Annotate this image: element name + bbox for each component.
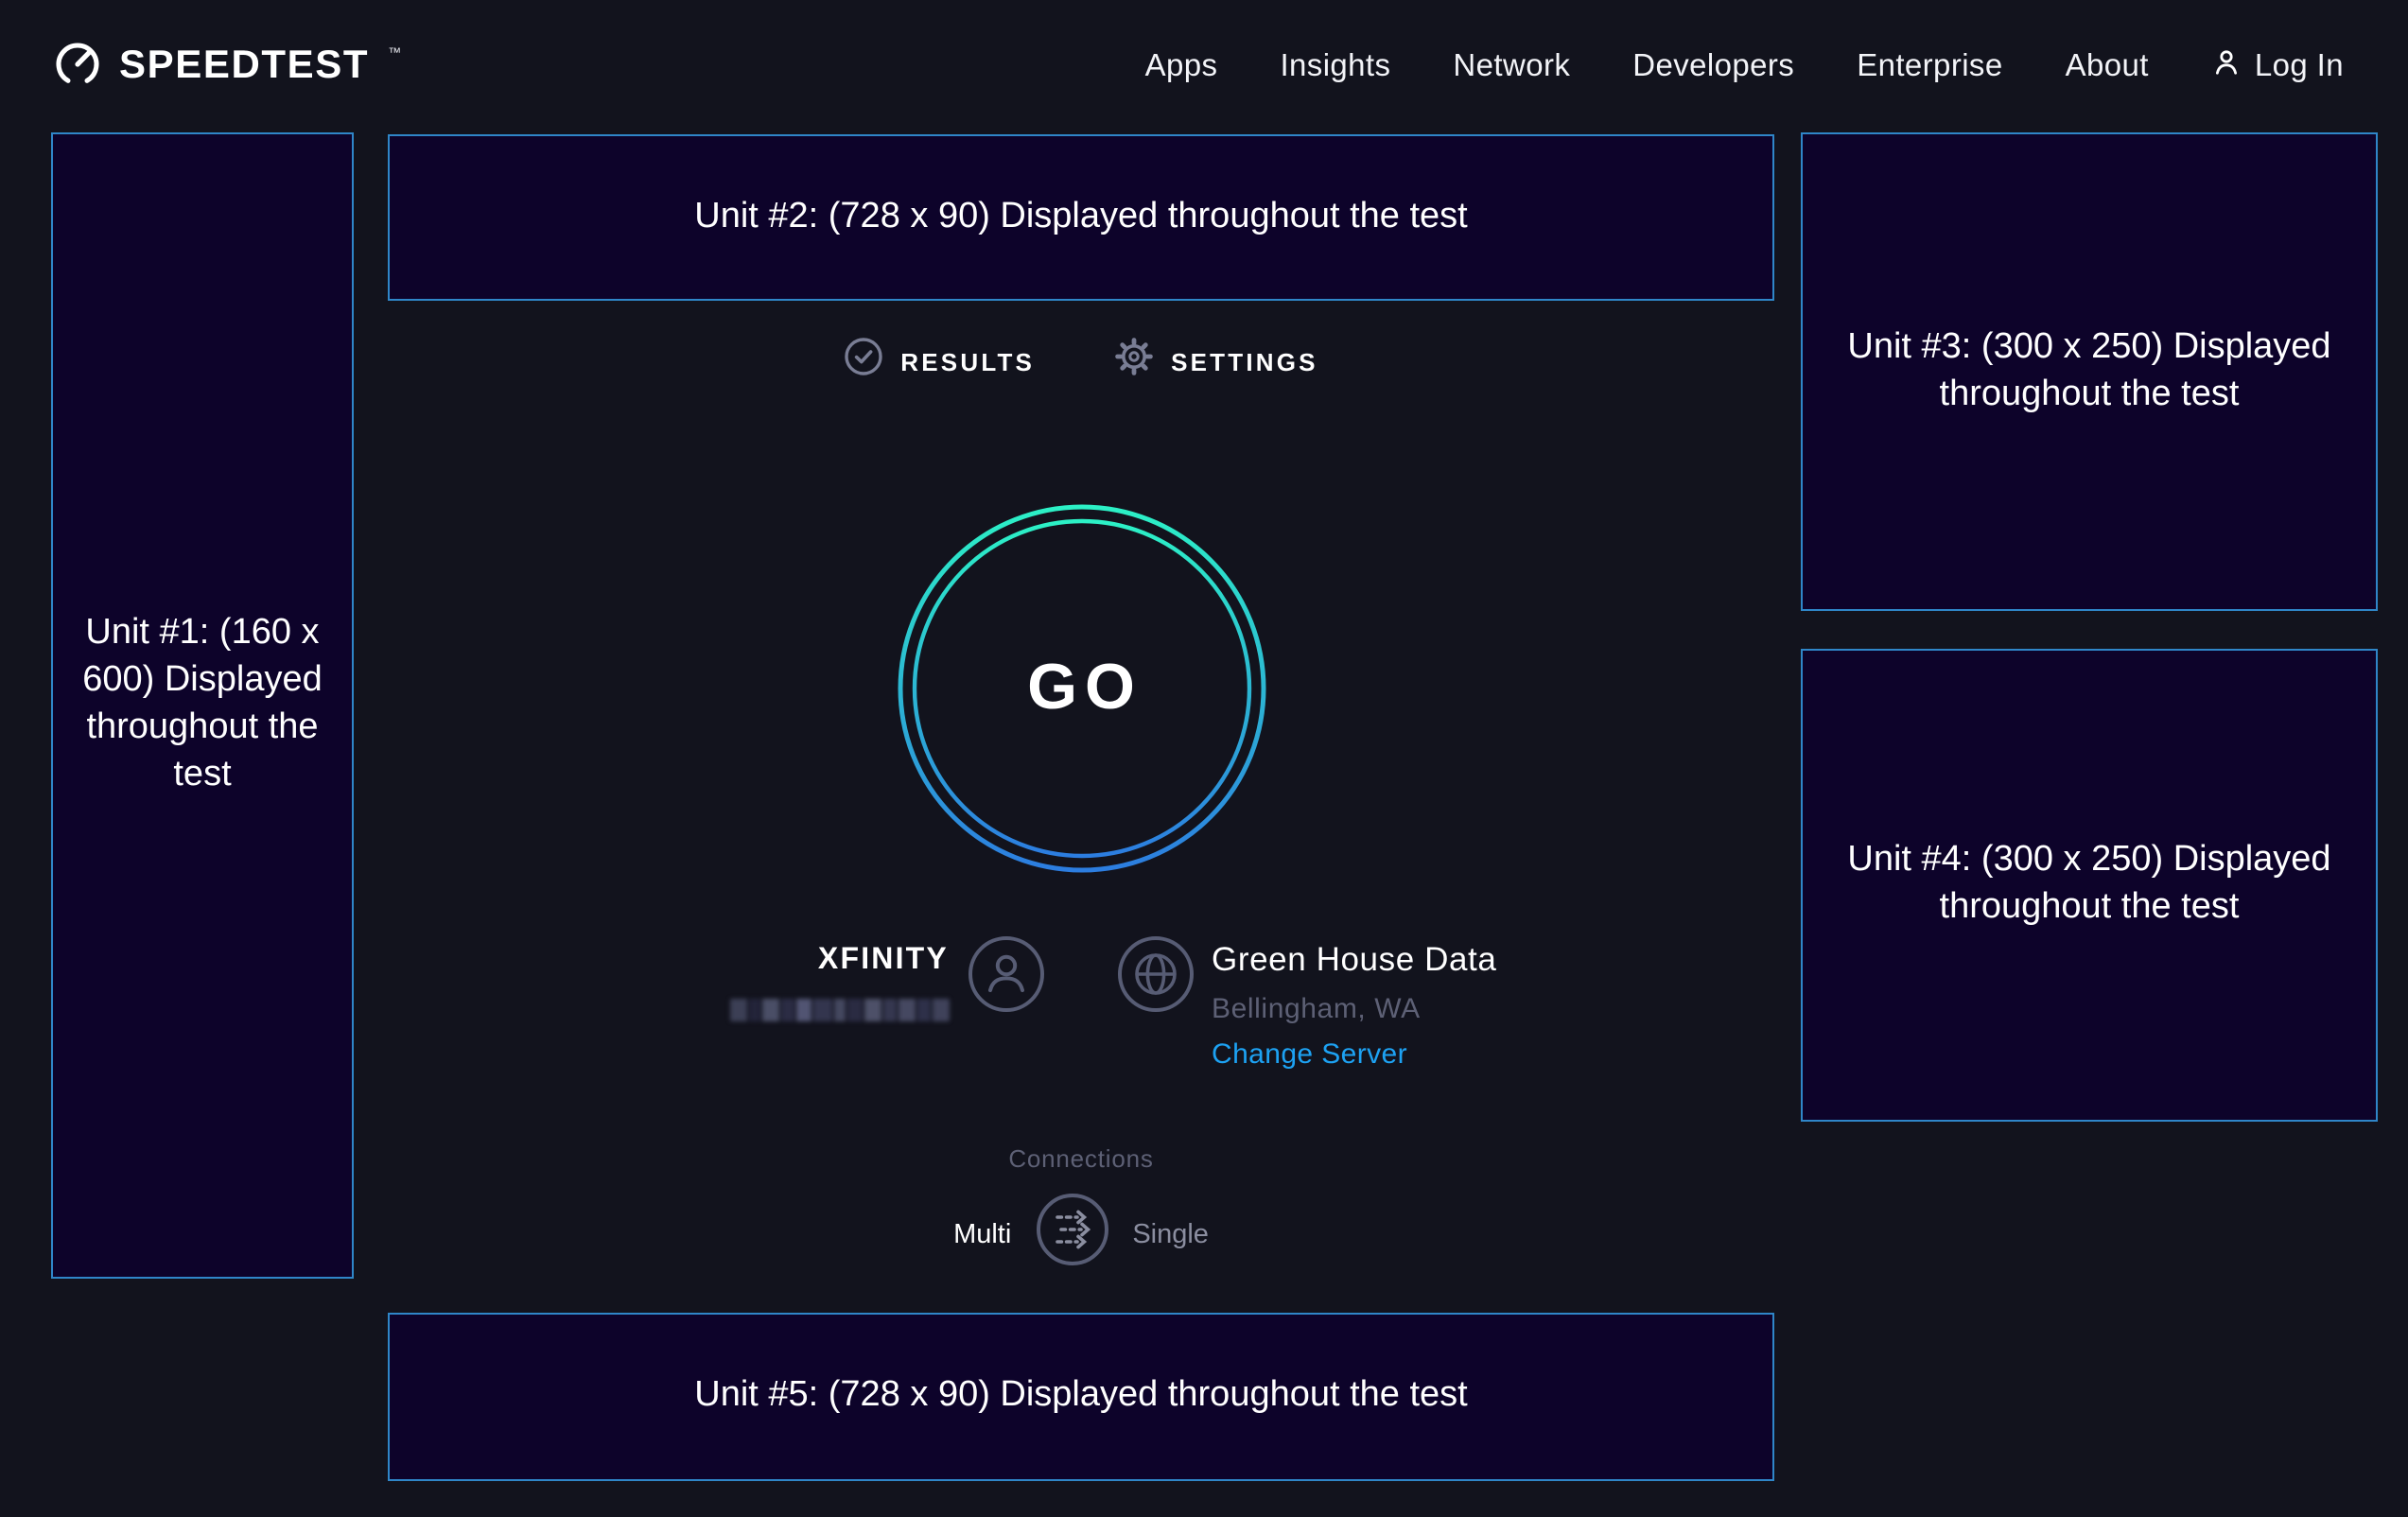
connections-title: Connections <box>1008 1144 1153 1173</box>
nav-item-apps[interactable]: Apps <box>1145 48 1218 84</box>
isp-user-icon <box>968 936 1043 1021</box>
connections-toggle-icon[interactable] <box>1036 1194 1108 1275</box>
ad-unit-4[interactable]: Unit #4: (300 x 250) Displayed throughou… <box>1801 649 2378 1122</box>
logo-trademark: ™ <box>388 46 401 60</box>
tab-settings[interactable]: SETTINGS <box>1114 337 1318 386</box>
isp-group: XFINITY <box>729 936 1043 1021</box>
speedtest-logo[interactable]: SPEEDTEST ™ <box>53 37 399 96</box>
connections-toggle-row: Multi Single <box>953 1194 1209 1275</box>
isp-info: XFINITY <box>729 936 949 1021</box>
isp-name: XFINITY <box>818 944 949 978</box>
provider-row: XFINITY <box>388 936 1774 1107</box>
nav-item-about[interactable]: About <box>2066 48 2149 84</box>
connections-multi-label[interactable]: Multi <box>953 1219 1011 1249</box>
tab-results-label: RESULTS <box>900 347 1035 375</box>
ad-unit-1-text: Unit #1: (160 x 600) Displayed throughou… <box>53 612 352 800</box>
gauge-icon <box>53 37 102 96</box>
connections-single-label[interactable]: Single <box>1132 1219 1209 1249</box>
ad-unit-3[interactable]: Unit #3: (300 x 250) Displayed throughou… <box>1801 132 2378 611</box>
change-server-link[interactable]: Change Server <box>1212 1038 1496 1071</box>
globe-icon <box>1117 936 1193 1021</box>
speedtest-page: SPEEDTEST ™ Apps Insights Network Develo… <box>0 0 2408 1517</box>
go-label: GO <box>1020 652 1143 725</box>
server-group: Green House Data Bellingham, WA Change S… <box>1117 936 1496 1071</box>
user-icon <box>2211 46 2242 86</box>
check-circle-icon <box>844 337 883 386</box>
ad-unit-1[interactable]: Unit #1: (160 x 600) Displayed throughou… <box>51 132 354 1279</box>
tab-settings-label: SETTINGS <box>1171 347 1318 375</box>
main-nav: Apps Insights Network Developers Enterpr… <box>1145 46 2344 86</box>
login-label: Log In <box>2255 48 2344 84</box>
speedtest-main: RESULTS <box>388 132 1774 1481</box>
nav-item-network[interactable]: Network <box>1453 48 1570 84</box>
tab-results[interactable]: RESULTS <box>844 337 1035 386</box>
tabs-row: RESULTS <box>388 337 1774 386</box>
login-button[interactable]: Log In <box>2211 46 2344 86</box>
nav-item-developers[interactable]: Developers <box>1632 48 1794 84</box>
go-button[interactable]: GO <box>892 499 1270 878</box>
nav-item-insights[interactable]: Insights <box>1280 48 1390 84</box>
logo-text: SPEEDTEST <box>119 44 369 89</box>
ad-unit-3-text: Unit #3: (300 x 250) Displayed throughou… <box>1803 324 2376 419</box>
server-location: Bellingham, WA <box>1212 993 1496 1025</box>
ip-masked <box>729 999 949 1021</box>
connections-block: Connections Multi <box>388 1144 1774 1275</box>
gear-icon <box>1114 337 1154 386</box>
server-info: Green House Data Bellingham, WA Change S… <box>1212 936 1496 1071</box>
server-name: Green House Data <box>1212 940 1496 980</box>
ad-unit-4-text: Unit #4: (300 x 250) Displayed throughou… <box>1803 838 2376 933</box>
top-nav: SPEEDTEST ™ Apps Insights Network Develo… <box>0 0 2408 132</box>
nav-item-enterprise[interactable]: Enterprise <box>1857 48 2002 84</box>
